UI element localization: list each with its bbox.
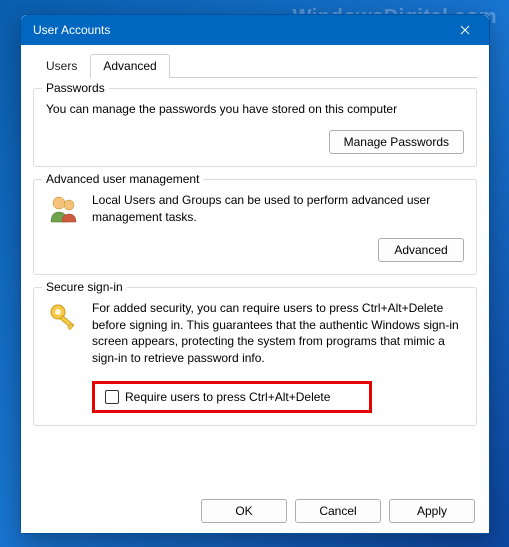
manage-passwords-button[interactable]: Manage Passwords — [329, 130, 464, 154]
key-icon — [46, 300, 82, 334]
passwords-desc: You can manage the passwords you have st… — [46, 101, 464, 118]
close-button[interactable] — [449, 19, 481, 41]
secure-signin-legend: Secure sign-in — [42, 280, 127, 294]
cancel-button[interactable]: Cancel — [295, 499, 381, 523]
users-icon — [46, 192, 82, 226]
window-title: User Accounts — [33, 23, 449, 37]
advanced-mgmt-legend: Advanced user management — [42, 172, 203, 186]
tab-content: Passwords You can manage the passwords y… — [33, 88, 477, 493]
ok-button[interactable]: OK — [201, 499, 287, 523]
window-body: Users Advanced Passwords You can manage … — [21, 45, 489, 533]
require-cad-checkbox[interactable] — [105, 390, 119, 404]
advanced-button[interactable]: Advanced — [378, 238, 464, 262]
apply-button[interactable]: Apply — [389, 499, 475, 523]
passwords-legend: Passwords — [42, 81, 109, 95]
dialog-footer: OK Cancel Apply — [33, 493, 477, 523]
secure-signin-group: Secure sign-in For added security, you c… — [33, 287, 477, 426]
advanced-mgmt-desc: Local Users and Groups can be used to pe… — [92, 192, 464, 226]
advanced-mgmt-group: Advanced user management Local Users and… — [33, 179, 477, 275]
user-accounts-window: User Accounts Users Advanced Passwords Y… — [20, 14, 490, 534]
tab-advanced[interactable]: Advanced — [90, 54, 169, 78]
tab-users[interactable]: Users — [33, 54, 90, 78]
titlebar[interactable]: User Accounts — [21, 15, 489, 45]
secure-signin-desc: For added security, you can require user… — [92, 300, 464, 367]
require-cad-label[interactable]: Require users to press Ctrl+Alt+Delete — [125, 390, 330, 404]
tab-strip: Users Advanced — [33, 53, 477, 78]
passwords-group: Passwords You can manage the passwords y… — [33, 88, 477, 167]
require-cad-highlight: Require users to press Ctrl+Alt+Delete — [92, 381, 372, 413]
close-icon — [460, 25, 470, 35]
